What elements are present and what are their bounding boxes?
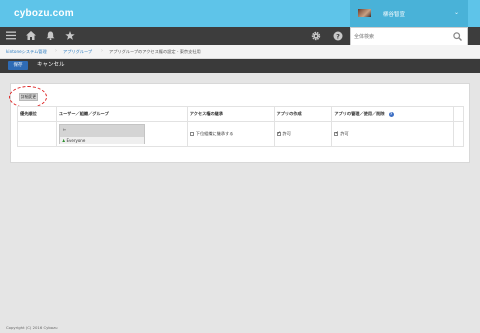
copyright: Copyright (C) 2016 Cybozu (6, 325, 58, 330)
svg-text:?: ? (336, 32, 340, 40)
info-icon[interactable]: ? (388, 112, 394, 117)
col-entity: ユーザー／組織／グループ (55, 106, 188, 122)
cancel-button[interactable]: キャンセル (37, 61, 65, 70)
entity-cell: ⊨ ♟ Everyone (55, 121, 188, 147)
help-icon[interactable]: ? (333, 31, 343, 44)
entity-box: ⊨ ♟ Everyone (58, 124, 145, 144)
user-name: 柳谷智宣 (383, 12, 406, 18)
priority-cell (17, 121, 57, 147)
table-header-row: 優先順位 ユーザー／組織／グループ アクセス権の継承 アプリの作成 アプリの管理… (17, 106, 465, 122)
manage-label: 許可 (340, 131, 349, 136)
permission-table: 優先順位 ユーザー／組織／グループ アクセス権の継承 アプリの作成 アプリの管理… (17, 106, 465, 147)
col-extra (452, 106, 465, 122)
col-manage: アプリの管理／使用／削除? (331, 106, 454, 122)
breadcrumb: kintoneシステム管理 › アプリグループ › アプリグループのアクセス権の… (0, 45, 480, 59)
star-icon[interactable] (65, 31, 75, 43)
entity-label: Everyone (66, 138, 86, 143)
home-icon[interactable] (26, 31, 36, 43)
entity-item: ♟ Everyone (59, 137, 144, 144)
inherit-cell: 下位組織に継承する (186, 121, 275, 147)
search-input[interactable] (351, 28, 447, 45)
brand-bar: cybozu.com 柳谷智宣 ⌄ (0, 0, 480, 27)
col-inherit: アクセス権の継承 (186, 106, 275, 122)
breadcrumb-item-current: アプリグループのアクセス権の設定 - 東京支社用 (109, 49, 201, 54)
breadcrumb-separator: › (101, 48, 103, 54)
breadcrumb-item-app-group[interactable]: アプリグループ (63, 49, 92, 55)
lock-icon: ⊨ (62, 127, 67, 132)
chevron-down-icon: ⌄ (454, 9, 460, 16)
action-bar: 保存 キャンセル (0, 59, 480, 73)
col-manage-label: アプリの管理／使用／削除 (334, 111, 385, 116)
create-label: 許可 (282, 131, 291, 136)
highlight-circle (9, 86, 47, 108)
breadcrumb-separator: › (55, 48, 57, 54)
brand-logo[interactable]: cybozu.com (14, 8, 74, 19)
bell-icon[interactable] (46, 31, 55, 43)
inherit-label: 下位組織に継承する (195, 131, 234, 136)
global-search (350, 27, 468, 46)
col-priority: 優先順位 (17, 106, 57, 122)
table-row: ⊨ ♟ Everyone 下位組織に継承する 許可 許可 (17, 121, 465, 147)
avatar (358, 9, 371, 17)
gear-icon[interactable] (311, 31, 321, 44)
search-icon[interactable] (447, 28, 467, 45)
people-icon: ♟ (61, 138, 66, 143)
inherit-checkbox[interactable] (189, 131, 194, 136)
extra-cell (452, 121, 465, 147)
save-button[interactable]: 保存 (8, 61, 28, 70)
manage-cell: 許可 (331, 121, 454, 147)
menu-icon[interactable] (6, 31, 16, 43)
breadcrumb-item-system-admin[interactable]: kintoneシステム管理 (6, 49, 47, 55)
create-checkbox[interactable] (276, 131, 281, 136)
manage-checkbox[interactable] (334, 131, 339, 136)
create-cell: 許可 (273, 121, 333, 147)
col-create: アプリの作成 (273, 106, 333, 122)
user-menu[interactable]: 柳谷智宣 ⌄ (350, 0, 468, 27)
